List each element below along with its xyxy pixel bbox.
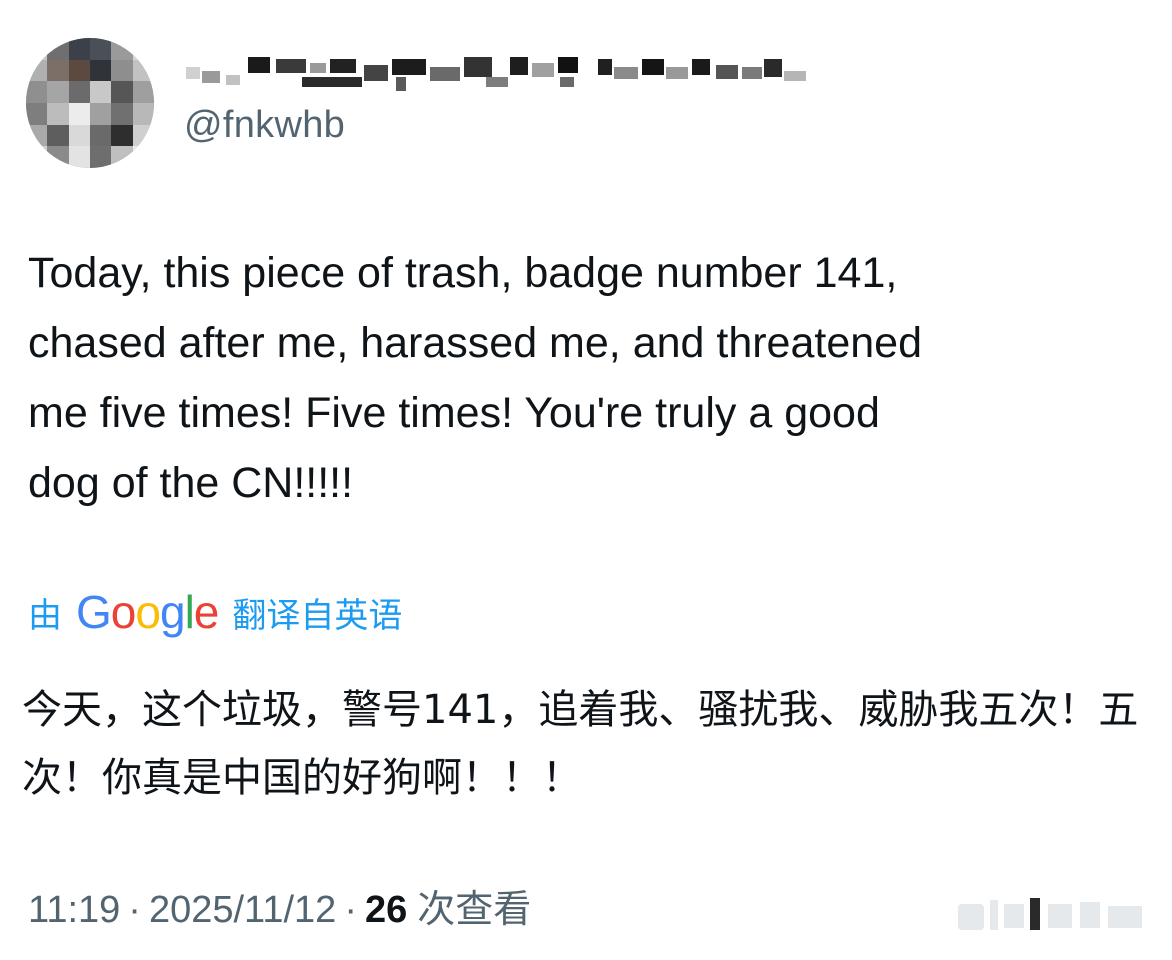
- meta-separator: ·: [128, 889, 141, 931]
- watermark-graphic: [958, 890, 1158, 940]
- meta-separator: ·: [344, 889, 357, 931]
- views-count: 26: [364, 889, 408, 931]
- google-logo-letter: o: [135, 586, 161, 638]
- translation-suffix: 翻译自英语: [232, 595, 403, 636]
- google-logo: Google: [76, 585, 220, 639]
- translation-attribution[interactable]: 由 Google 翻译自英语: [28, 582, 402, 642]
- tweet-time[interactable]: 11:19: [28, 889, 120, 932]
- google-logo-letter: o: [110, 586, 137, 638]
- translation-prefix: 由: [28, 595, 62, 636]
- google-logo-letter: e: [193, 586, 220, 638]
- views-label: 次查看: [417, 887, 532, 931]
- google-logo-letter: G: [76, 586, 112, 638]
- tweet-text: Today, this piece of trash, badge number…: [28, 249, 922, 507]
- display-name-redacted[interactable]: [186, 55, 816, 91]
- google-logo-letter: l: [184, 586, 195, 638]
- tweet-date[interactable]: 2025/11/12: [149, 889, 336, 932]
- google-logo-letter: g: [159, 586, 186, 638]
- avatar[interactable]: [26, 38, 154, 168]
- translated-text: 今天，这个垃圾，警号141，追着我、骚扰我、威胁我五次！五次！你真是中国的好狗啊…: [22, 687, 1139, 801]
- user-handle[interactable]: @fnkwhb: [184, 104, 345, 147]
- tweet-meta: 11:19 · 2025/11/12 · 26 次查看: [28, 878, 531, 933]
